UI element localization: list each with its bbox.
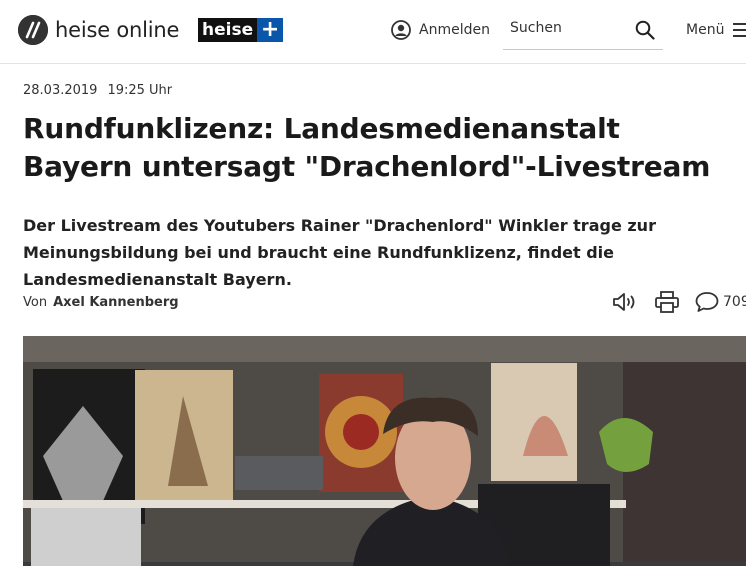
logo-text: heise online <box>55 18 180 42</box>
user-icon <box>391 20 411 40</box>
author-link[interactable]: Axel Kannenberg <box>53 295 179 310</box>
comments-link[interactable]: 709 <box>694 290 746 314</box>
article-photo <box>23 336 746 566</box>
menu-label: Menü <box>686 22 725 38</box>
article-date: 28.03.2019 <box>23 83 98 98</box>
article-time: 19:25 Uhr <box>107 83 173 98</box>
read-aloud-button[interactable] <box>612 290 638 314</box>
plus-sign: + <box>257 18 284 42</box>
byline: Von Axel Kannenberg <box>23 295 179 310</box>
search-input[interactable] <box>510 20 622 36</box>
article-meta: 28.03.2019 19:25 Uhr <box>23 83 172 98</box>
menu-button[interactable]: Menü <box>686 21 746 39</box>
plus-word: heise <box>198 18 258 42</box>
speaker-icon <box>613 293 635 311</box>
search-icon <box>635 20 655 40</box>
byline-prefix: Von <box>23 295 48 310</box>
article-tools: 709 <box>612 290 746 314</box>
comment-count: 709 <box>723 294 746 310</box>
heise-logo-icon <box>18 15 48 45</box>
printer-icon <box>655 291 679 313</box>
article-image <box>23 336 746 566</box>
login-label: Anmelden <box>419 22 490 38</box>
login-button[interactable]: Anmelden <box>391 20 490 40</box>
site-header: heise online heise + Anmelden Menü <box>0 0 746 64</box>
heise-online-logo[interactable]: heise online <box>18 15 179 45</box>
menu-icon <box>733 23 746 37</box>
print-button[interactable] <box>654 290 680 314</box>
comment-icon <box>695 292 719 312</box>
heise-plus-link[interactable]: heise + <box>198 18 284 42</box>
article-lead: Der Livestream des Youtubers Rainer "Dra… <box>23 216 656 289</box>
search-button[interactable] <box>635 20 655 44</box>
search-box <box>503 12 663 50</box>
article-title: Rundfunklizenz: Landesmedienanstalt Baye… <box>23 112 711 183</box>
